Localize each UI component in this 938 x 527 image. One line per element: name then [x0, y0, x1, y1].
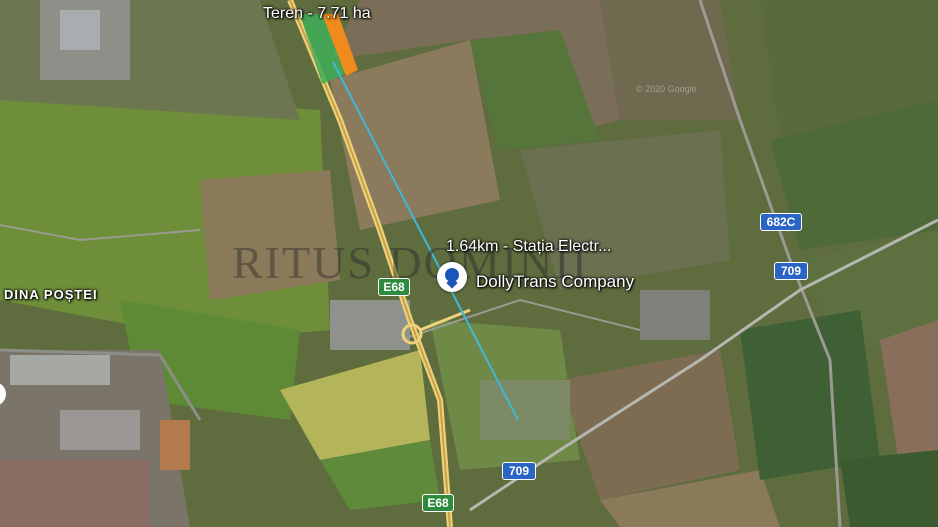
road-shield-709-east: 709	[774, 262, 808, 280]
distance-label[interactable]: 1.64km - Stația Electr...	[446, 238, 611, 256]
district-label: DINA POȘTEI	[4, 287, 98, 302]
road-shield-e68-south: E68	[422, 494, 454, 512]
poi-pin-icon[interactable]	[437, 262, 467, 292]
road-shield-709-south: 709	[502, 462, 536, 480]
parcel-label[interactable]: Teren - 7.71 ha	[263, 5, 371, 23]
poi-label[interactable]: DollyTrans Company	[476, 272, 634, 292]
imagery-credit: © 2020 Google	[636, 84, 697, 94]
road-shield-682c: 682C	[760, 213, 802, 231]
road-shield-e68-north: E68	[378, 278, 410, 296]
